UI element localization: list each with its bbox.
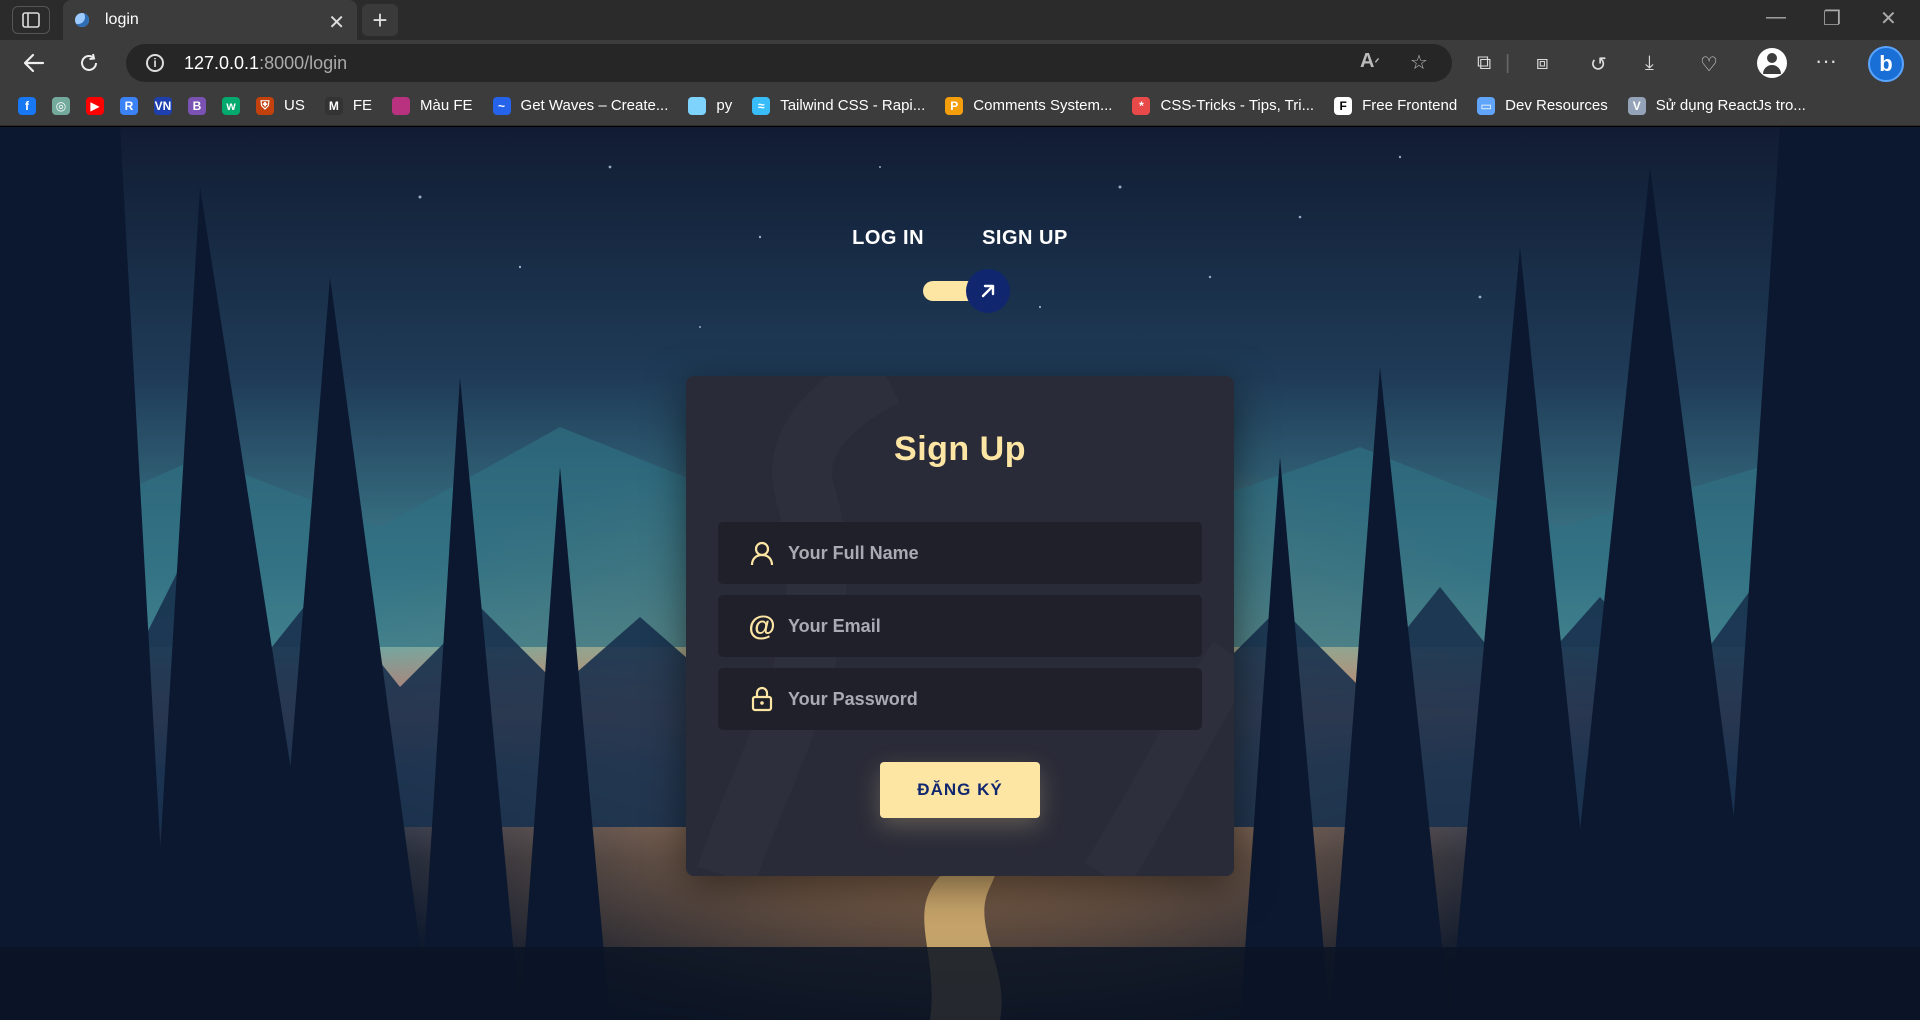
url-field[interactable]: i 127.0.0.1 :8000/login — [126, 44, 1452, 82]
full-name-input[interactable] — [788, 542, 1168, 564]
extensions-icon[interactable]: ⧉ — [1477, 52, 1491, 75]
bookmark-item[interactable]: ⛨ US — [256, 96, 305, 115]
bookmark-item[interactable]: Màu FE — [392, 96, 473, 115]
bookmark-item[interactable]: ≈ Tailwind CSS - Rapi... — [752, 96, 926, 115]
collections-icon[interactable]: ⧈ — [1536, 52, 1549, 75]
tab-favicon-icon — [75, 13, 89, 27]
new-tab-button[interactable]: + — [362, 4, 398, 36]
signup-tab-label[interactable]: SIGN UP — [982, 227, 1068, 250]
site-info-icon[interactable]: i — [146, 54, 164, 72]
bookmark-label: Tailwind CSS - Rapi... — [780, 97, 926, 114]
chatgpt-icon: ◎ — [52, 96, 70, 115]
bookmark-item[interactable]: ▶ — [86, 96, 104, 115]
w3-icon: w — [222, 96, 240, 115]
bookmark-label: py — [716, 97, 733, 114]
bookmark-label: Comments System... — [973, 97, 1113, 114]
page-icon: R — [120, 96, 138, 115]
cambridge-icon: ⛨ — [256, 96, 274, 115]
password-field[interactable] — [718, 668, 1202, 730]
more-menu-icon[interactable]: ··· — [1815, 48, 1837, 74]
bookmark-label: CSS-Tricks - Tips, Tri... — [1160, 97, 1315, 114]
bookmark-item[interactable]: ◎ — [52, 96, 70, 115]
login-page: LOG IN SIGN UP Sign Up @ ĐĂNG KÝ — [0, 127, 1920, 1020]
bookmark-item[interactable]: VN — [154, 96, 172, 115]
minimize-icon[interactable]: — — [1766, 6, 1786, 29]
bookmark-label: Sử dụng ReactJs tro... — [1655, 97, 1806, 114]
close-tab-icon[interactable]: ✕ — [328, 10, 345, 35]
bookmark-item[interactable]: F Free Frontend — [1334, 96, 1458, 115]
bookmark-item[interactable]: f — [18, 96, 36, 115]
bookmark-item[interactable]: py — [688, 96, 733, 115]
login-tab-label[interactable]: LOG IN — [852, 227, 924, 250]
toolbar-divider: | — [1505, 52, 1511, 74]
tab-bar: login ✕ + — ❐ ✕ — [0, 0, 1920, 40]
bookmark-label: US — [284, 97, 305, 114]
tab-title: login — [105, 11, 139, 28]
facebook-icon: f — [18, 96, 36, 115]
waves-icon: ~ — [492, 96, 511, 115]
tab-actions-button[interactable] — [12, 6, 50, 34]
url-host: 127.0.0.1 — [184, 52, 260, 73]
tab-actions-icon — [22, 12, 40, 28]
bookmark-label: FE — [352, 97, 373, 114]
back-button[interactable] — [18, 48, 50, 78]
url-path: :8000/login — [259, 52, 348, 73]
comments-icon: P — [945, 96, 964, 115]
history-icon[interactable]: ↺ — [1590, 52, 1607, 77]
downloads-icon[interactable]: ⤓ — [1645, 52, 1654, 75]
m-icon: M — [324, 96, 343, 115]
active-tab[interactable]: login ✕ — [63, 0, 357, 40]
bookmark-item[interactable]: B — [188, 96, 206, 115]
read-aloud-icon[interactable]: Aᐟ — [1360, 50, 1380, 73]
at-sign-icon: @ — [748, 610, 776, 641]
close-window-icon[interactable]: ✕ — [1880, 6, 1897, 31]
refresh-button[interactable] — [73, 48, 105, 78]
signup-card: Sign Up @ ĐĂNG KÝ — [686, 376, 1234, 876]
tailwind-icon: ≈ — [752, 96, 771, 115]
bookmark-label: Màu FE — [420, 97, 473, 114]
favorite-star-icon[interactable]: ☆ — [1410, 50, 1428, 75]
password-input[interactable] — [788, 688, 1168, 710]
freefrontend-icon: F — [1334, 96, 1353, 115]
bookmark-item[interactable]: * CSS-Tricks - Tips, Tri... — [1132, 96, 1315, 115]
youtube-icon: ▶ — [86, 96, 104, 115]
refresh-icon — [81, 53, 97, 71]
bookmarks-bar: f ◎ ▶ R VN Bw ⛨ US M FE Màu FE ~ Get Waves – Create.… — [0, 86, 1920, 126]
bootstrap-icon: B — [188, 96, 206, 115]
email-field[interactable]: @ — [718, 595, 1202, 657]
v-icon: V — [1627, 96, 1646, 115]
bookmark-item[interactable]: ~ Get Waves – Create... — [492, 96, 669, 115]
form-title: Sign Up — [894, 430, 1026, 468]
auth-switch-labels: LOG IN SIGN UP — [0, 227, 1920, 250]
bookmark-item[interactable]: V Sử dụng ReactJs tro... — [1627, 96, 1806, 115]
bookmark-item[interactable]: ▭ Dev Resources — [1477, 96, 1608, 115]
profile-avatar[interactable] — [1757, 48, 1787, 78]
user-icon — [748, 539, 776, 567]
bing-copilot-button[interactable]: b — [1868, 46, 1904, 82]
bookmark-item[interactable]: P Comments System... — [945, 96, 1113, 115]
bottle-icon — [688, 96, 707, 115]
full-name-field[interactable] — [718, 522, 1202, 584]
bookmark-label: Get Waves – Create... — [520, 97, 669, 114]
auth-toggle-knob[interactable] — [966, 269, 1010, 313]
email-input[interactable] — [788, 615, 1168, 637]
bookmark-label: Free Frontend — [1362, 97, 1458, 114]
bookmark-item[interactable]: R — [120, 96, 138, 115]
csstricks-icon: * — [1132, 96, 1151, 115]
arrow-up-right-icon — [981, 284, 995, 298]
bookmark-label: Dev Resources — [1505, 97, 1608, 114]
palette-icon — [392, 96, 411, 115]
signup-submit-button[interactable]: ĐĂNG KÝ — [880, 762, 1040, 818]
vn-icon: VN — [154, 96, 172, 115]
restore-icon[interactable]: ❐ — [1823, 6, 1841, 31]
address-bar: i 127.0.0.1 :8000/login Aᐟ ☆ ⧉ | ⧈ ↺ ⤓ ♡… — [0, 40, 1920, 86]
bookmark-item[interactable]: w — [222, 96, 240, 115]
back-arrow-icon — [23, 53, 45, 73]
performance-icon[interactable]: ♡ — [1700, 52, 1718, 77]
lock-icon — [748, 685, 776, 713]
monitor-icon: ▭ — [1477, 96, 1496, 115]
bookmark-item[interactable]: M FE — [324, 96, 373, 115]
